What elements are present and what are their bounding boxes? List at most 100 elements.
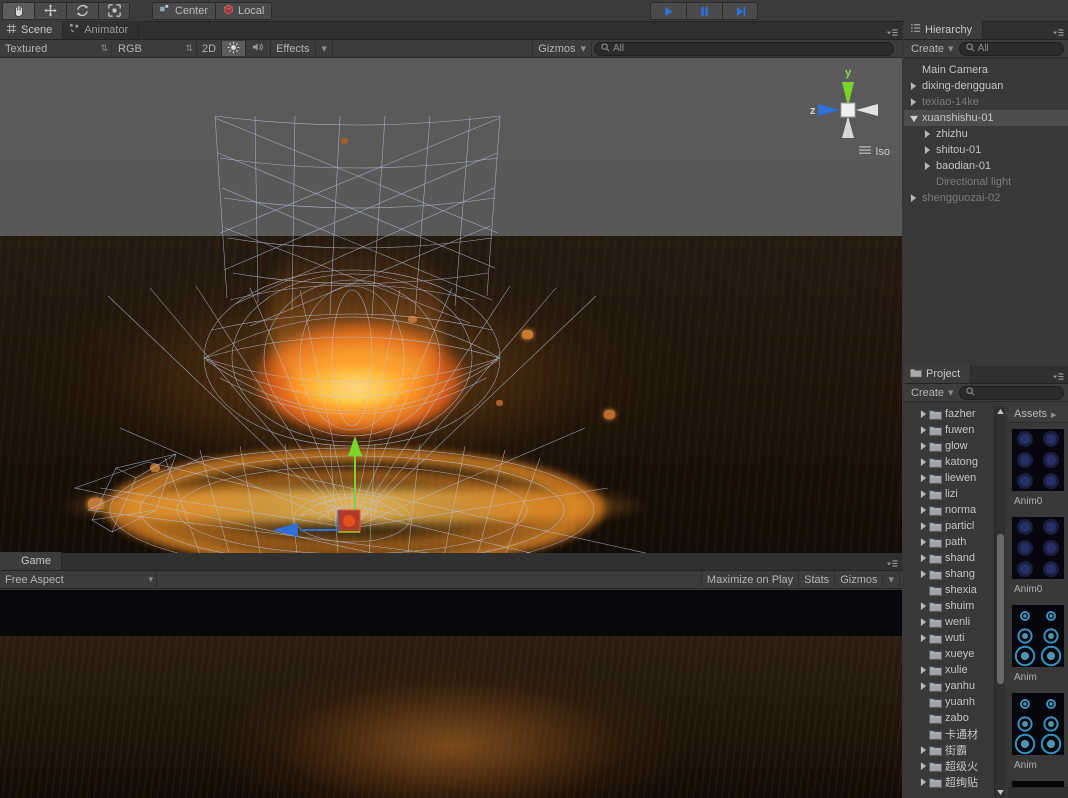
project-folder-row[interactable]: xulie (904, 662, 1000, 678)
hierarchy-item[interactable]: Main Camera (904, 62, 1068, 78)
hierarchy-tree[interactable]: Main Cameradixing-dengguantexiao-14kexua… (904, 62, 1068, 366)
expand-arrow-icon[interactable] (918, 506, 929, 514)
project-tree-scrollbar[interactable] (994, 406, 1005, 798)
project-folder-row[interactable]: fuwen (904, 422, 1000, 438)
project-folder-row[interactable]: lizi (904, 486, 1000, 502)
expand-arrow-icon[interactable] (918, 666, 929, 674)
expand-arrow-icon[interactable] (922, 162, 933, 170)
hierarchy-item[interactable]: texiao-14ke (904, 94, 1068, 110)
expand-arrow-icon[interactable] (918, 682, 929, 690)
expand-arrow-icon[interactable] (918, 474, 929, 482)
expand-arrow-icon[interactable] (918, 426, 929, 434)
play-button[interactable] (650, 2, 686, 20)
lighting-toggle[interactable] (222, 41, 246, 56)
game-panel-menu-icon[interactable] (886, 558, 898, 568)
project-folder-row[interactable]: yuanh (904, 694, 1000, 710)
project-folder-row[interactable]: katong (904, 454, 1000, 470)
expand-arrow-icon[interactable] (908, 82, 919, 90)
hierarchy-item[interactable]: zhizhu (904, 126, 1068, 142)
color-mode-dropdown[interactable]: RGB ⇅ (112, 41, 197, 56)
project-folder-row[interactable]: wenli (904, 614, 1000, 630)
audio-toggle[interactable] (246, 41, 271, 56)
project-panel-menu-icon[interactable] (1052, 371, 1064, 381)
tab-game[interactable]: Game (0, 552, 62, 570)
project-folder-row[interactable]: path (904, 534, 1000, 550)
project-assets-pane[interactable]: Assets ▸ Anim0Anim0AnimAnim (1008, 406, 1068, 798)
asset-item[interactable]: Anim (1008, 687, 1068, 775)
draw-mode-dropdown[interactable]: Textured ⇅ (2, 41, 112, 56)
hand-tool[interactable] (2, 2, 34, 20)
hierarchy-panel-menu-icon[interactable] (1052, 27, 1064, 37)
pivot-mode-button[interactable]: Center (152, 2, 215, 20)
pause-button[interactable] (686, 2, 722, 20)
space-mode-button[interactable]: Local (215, 2, 272, 20)
hierarchy-item[interactable]: xuanshishu-01 (904, 110, 1068, 126)
expand-arrow-icon[interactable] (918, 634, 929, 642)
asset-item[interactable] (1008, 775, 1068, 787)
expand-arrow-icon[interactable] (918, 410, 929, 418)
expand-arrow-icon[interactable] (922, 146, 933, 154)
scene-viewport[interactable]: y z Iso (0, 58, 902, 553)
tab-hierarchy[interactable]: Hierarchy (904, 21, 983, 39)
scale-tool[interactable] (98, 2, 130, 20)
game-viewport[interactable] (0, 590, 902, 798)
expand-arrow-icon[interactable] (908, 98, 919, 106)
project-folder-row[interactable]: shexia (904, 582, 1000, 598)
project-folder-row[interactable]: shand (904, 550, 1000, 566)
project-search-input[interactable] (959, 386, 1064, 400)
expand-arrow-icon[interactable] (918, 762, 929, 770)
expand-arrow-icon[interactable] (908, 194, 919, 202)
expand-arrow-icon[interactable] (918, 538, 929, 546)
tab-scene[interactable]: Scene (0, 21, 63, 39)
rotate-tool[interactable] (66, 2, 98, 20)
expand-arrow-icon[interactable] (918, 778, 929, 786)
scene-orientation-label[interactable]: Iso (859, 146, 890, 158)
expand-arrow-icon[interactable] (918, 490, 929, 498)
scrollbar-thumb[interactable] (997, 534, 1004, 684)
effects-dropdown[interactable]: Effects ▾ (271, 41, 333, 56)
hierarchy-item[interactable]: baodian-01 (904, 158, 1068, 174)
maximize-on-play-button[interactable]: Maximize on Play (701, 572, 799, 587)
expand-arrow-icon[interactable] (918, 618, 929, 626)
asset-item[interactable]: Anim0 (1008, 511, 1068, 599)
scroll-up-arrow-icon[interactable] (995, 406, 1006, 417)
hierarchy-create-button[interactable]: Create ▾ (906, 41, 959, 56)
project-folder-row[interactable]: liewen (904, 470, 1000, 486)
tab-project[interactable]: Project (904, 365, 971, 383)
project-folder-row[interactable]: xueye (904, 646, 1000, 662)
scene-panel-menu-icon[interactable] (886, 27, 898, 37)
gizmos-dropdown[interactable]: Gizmos ▾ (532, 41, 592, 56)
collapse-arrow-icon[interactable] (908, 115, 919, 122)
asset-item[interactable]: Anim (1008, 599, 1068, 687)
project-folder-tree[interactable]: fazherfuwenglowkatongliewenlizinormapart… (904, 406, 1000, 798)
hierarchy-item[interactable]: shitou-01 (904, 142, 1068, 158)
project-folder-row[interactable]: 街霸 (904, 742, 1000, 758)
aspect-dropdown[interactable]: Free Aspect ▾ (2, 572, 157, 587)
expand-arrow-icon[interactable] (918, 602, 929, 610)
project-folder-row[interactable]: zabo (904, 710, 1000, 726)
project-assets-hscrollbar[interactable] (1008, 787, 1068, 798)
project-folder-row[interactable]: 超级火 (904, 758, 1000, 774)
project-folder-row[interactable]: fazher (904, 406, 1000, 422)
toggle-2d-button[interactable]: 2D (197, 41, 222, 56)
scroll-down-arrow-icon[interactable] (995, 787, 1006, 798)
expand-arrow-icon[interactable] (918, 554, 929, 562)
tab-animator[interactable]: Animator (63, 21, 139, 39)
project-folder-row[interactable]: shang (904, 566, 1000, 582)
expand-arrow-icon[interactable] (918, 522, 929, 530)
expand-arrow-icon[interactable] (918, 570, 929, 578)
hierarchy-item[interactable]: dixing-dengguan (904, 78, 1068, 94)
stats-button[interactable]: Stats (799, 572, 835, 587)
expand-arrow-icon[interactable] (922, 130, 933, 138)
expand-arrow-icon[interactable] (918, 442, 929, 450)
hierarchy-item[interactable]: Directional light (904, 174, 1068, 190)
project-folder-row[interactable]: wuti (904, 630, 1000, 646)
project-folder-row[interactable]: particl (904, 518, 1000, 534)
game-gizmos-dropdown[interactable]: Gizmos ▾ (835, 572, 900, 587)
project-folder-row[interactable]: glow (904, 438, 1000, 454)
expand-arrow-icon[interactable] (918, 458, 929, 466)
project-folder-row[interactable]: 卡通材 (904, 726, 1000, 742)
project-folder-row[interactable]: norma (904, 502, 1000, 518)
hierarchy-search-input[interactable]: All (959, 42, 1064, 56)
project-folder-row[interactable]: shuim (904, 598, 1000, 614)
